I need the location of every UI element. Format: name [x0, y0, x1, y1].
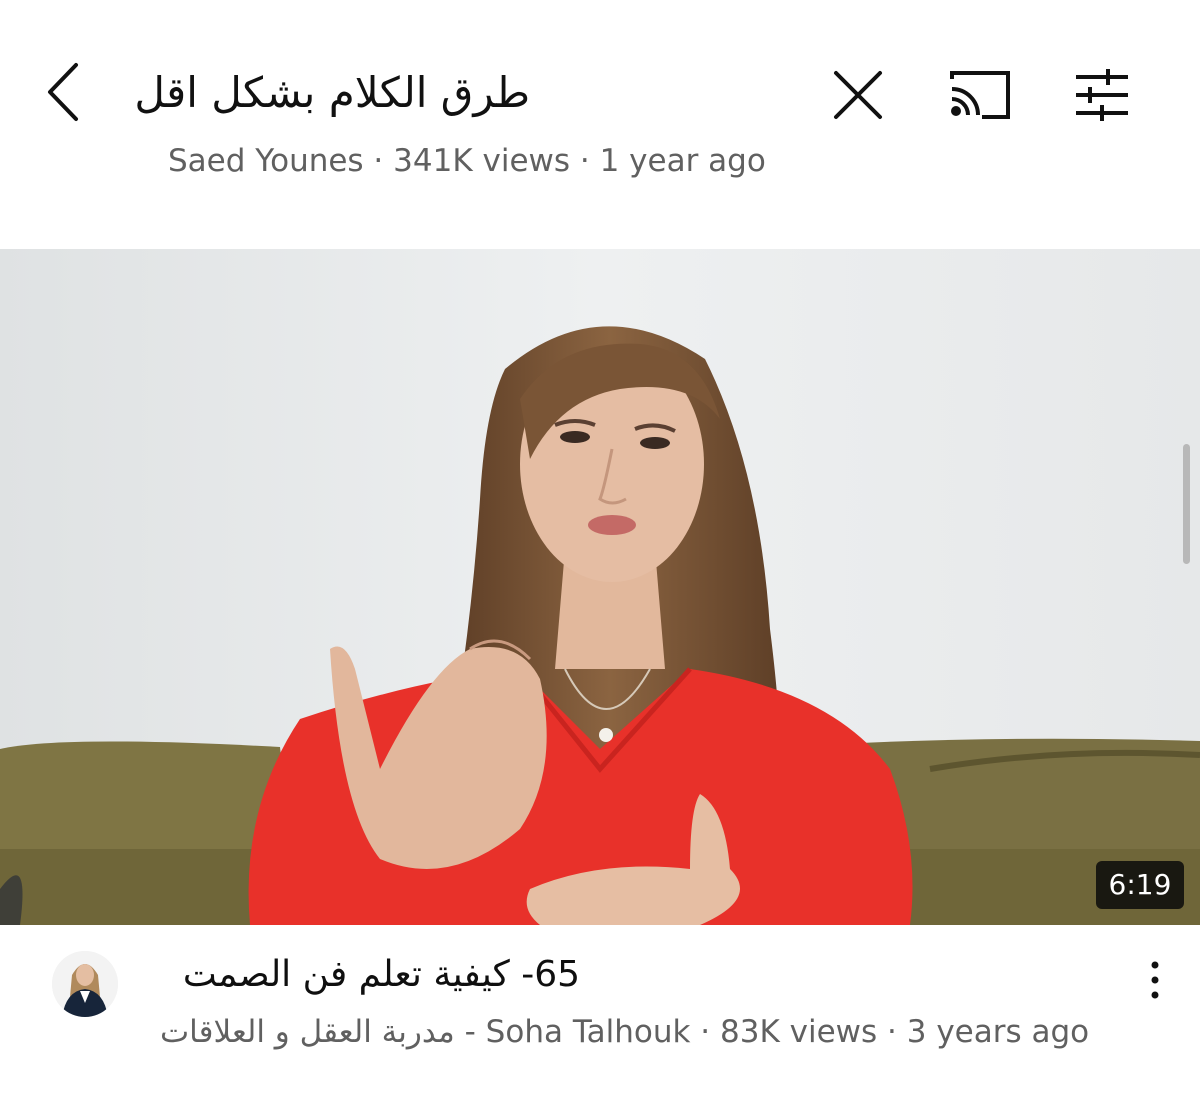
search-filters-button[interactable] [1062, 55, 1142, 135]
video-duration-badge: 6:19 [1096, 861, 1184, 909]
meta-dot: · [690, 1014, 721, 1050]
cast-button[interactable] [940, 55, 1020, 135]
meta-dot: · [877, 1014, 907, 1050]
video-meta: مدربة العقل و العلاقات - Soha Talhouk · … [160, 1009, 1120, 1055]
close-icon [834, 71, 882, 119]
more-options-button[interactable] [1125, 945, 1185, 1015]
channel-name[interactable]: Soha Talhouk [486, 1009, 691, 1055]
video-title[interactable]: 65- كيفية تعلم فن الصمت [160, 947, 580, 1003]
chevron-left-icon [48, 63, 78, 121]
clear-search-button[interactable] [818, 55, 898, 135]
view-count: 83K views [720, 1014, 878, 1050]
scrollbar-thumb[interactable] [1183, 444, 1190, 564]
channel-subtitle-arabic: مدربة العقل و العلاقات [160, 1014, 455, 1050]
channel-avatar[interactable] [52, 951, 118, 1017]
cast-icon [950, 71, 1010, 119]
thumbnail-image [0, 249, 1200, 925]
more-vertical-icon [1151, 961, 1159, 999]
avatar-image [52, 951, 118, 1017]
search-query-text[interactable]: طرق الكلام بشكل اقل [120, 58, 530, 128]
search-header: طرق الكلام بشكل اقل [0, 0, 1200, 140]
back-button[interactable] [30, 52, 100, 132]
meta-separator-dash: - [454, 1014, 486, 1050]
previous-result-meta: Saed Younes · 341K views · 1 year ago [168, 143, 766, 179]
video-thumbnail[interactable]: 6:19 [0, 249, 1200, 925]
upload-age: 3 years ago [906, 1014, 1090, 1050]
filter-sliders-icon [1076, 69, 1128, 121]
video-info-row[interactable]: 65- كيفية تعلم فن الصمت مدربة العقل و ال… [0, 925, 1200, 1100]
